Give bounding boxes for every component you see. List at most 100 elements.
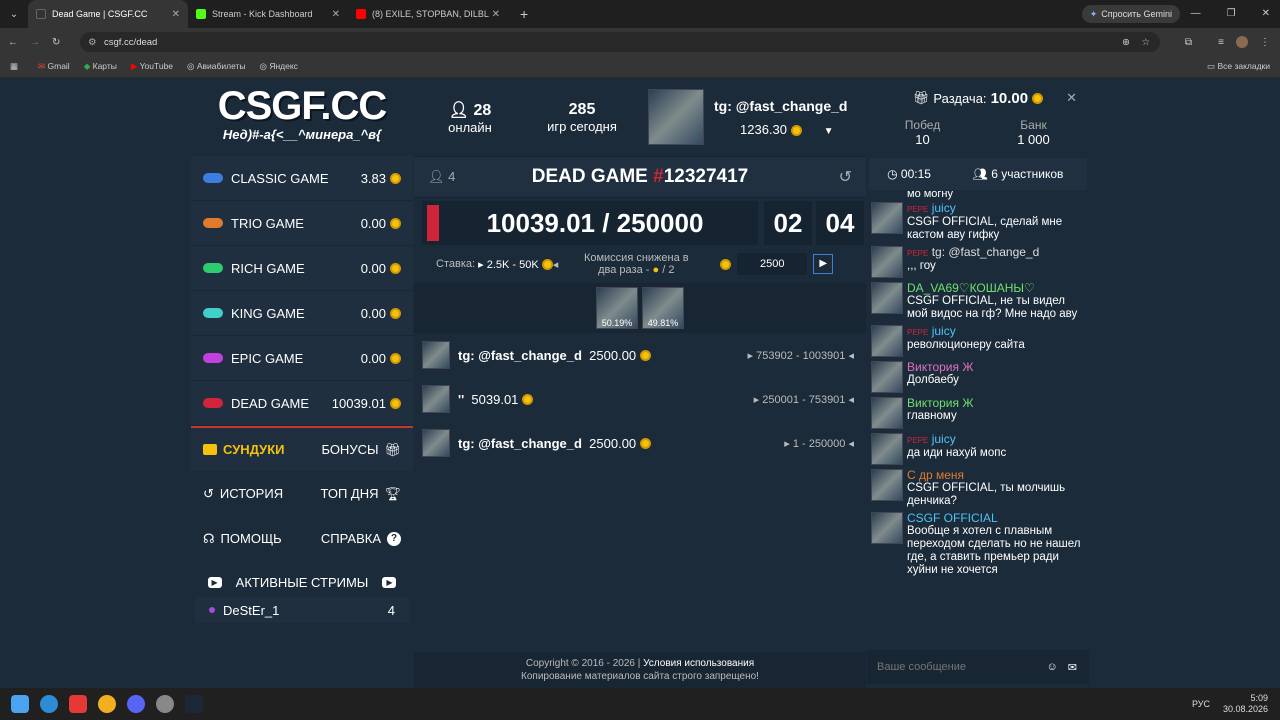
site-info-icon[interactable]: ⚙ [88,37,97,48]
headset-icon: ☊ [203,530,215,546]
game-value: 3.83 [360,170,386,186]
chat-username[interactable]: С др меня [907,468,964,482]
minimize-icon[interactable]: — [1191,8,1201,19]
player-chance[interactable]: 49.81% [642,287,684,329]
avatar[interactable] [871,282,903,314]
avatar[interactable] [871,202,903,234]
game-item[interactable]: RICH GAME 0.00 [191,246,413,291]
tab-search-icon[interactable]: ⌄ [0,9,28,20]
clock[interactable]: 5:09 30.08.2026 [1223,693,1268,715]
windows-start-icon[interactable] [11,695,29,713]
chests-link[interactable]: СУНДУКИ [203,442,284,457]
apps-grid-icon[interactable]: ▦ [10,61,18,72]
close-window-icon[interactable]: ✕ [1262,8,1270,19]
app-icon[interactable] [156,695,174,713]
language-indicator[interactable]: РУС [1192,699,1210,709]
close-tab-icon[interactable]: ✕ [332,9,340,20]
forward-icon[interactable]: → [30,37,40,48]
chat-username[interactable]: juicy [932,324,956,338]
close-tab-icon[interactable]: ✕ [172,9,180,20]
chrome-menu-icon[interactable]: ⋮ [1260,37,1270,48]
chat-username[interactable]: juicy [932,432,956,446]
tab-dead-game[interactable]: Dead Game | CSGF.CC ✕ [28,0,188,28]
bookmark-gmail[interactable]: ✉ Gmail [38,61,70,72]
game-item[interactable]: KING GAME 0.00 [191,291,413,336]
maximize-icon[interactable]: ❐ [1227,8,1236,19]
close-icon[interactable]: ✕ [1066,90,1077,106]
tab-kick[interactable]: Stream - Kick Dashboard ✕ [188,0,348,28]
avatar[interactable] [871,246,903,278]
chat-message: Виктория Ж Долбаебу [871,359,1085,395]
chrome-icon[interactable] [98,695,116,713]
history-link[interactable]: ↺ ИСТОРИЯ [203,486,283,502]
commission-note: Комиссия снижена в два раза - ● / 2 [576,252,696,276]
new-tab-button[interactable]: + [520,6,528,22]
wins-label: Побед [904,118,941,132]
send-icon[interactable]: ✉ [1068,661,1077,674]
chat-username[interactable]: tg: @fast_change_d [932,245,1040,259]
profile-avatar[interactable] [1236,36,1248,48]
extensions-icon[interactable]: ⧉ [1185,37,1192,48]
steam-icon[interactable] [185,695,203,713]
avatar[interactable] [871,433,903,465]
discord-icon[interactable] [127,695,145,713]
avatar[interactable] [422,341,450,369]
avatar[interactable] [871,397,903,429]
bookmark-youtube[interactable]: ▶ YouTube [131,61,173,72]
user-tag: PEPE [907,328,929,337]
all-bookmarks[interactable]: ▭ Все закладки [1207,61,1270,72]
bookmark-star-icon[interactable]: ☆ [1141,37,1150,48]
place-bet-button[interactable]: ▶ [813,254,834,274]
avatar[interactable] [871,325,903,357]
bookmark-yandex[interactable]: ◎ Яндекс [260,61,298,72]
chat-username[interactable]: Виктория Ж [907,396,973,410]
avatar[interactable] [871,361,903,393]
bet-amount: 5039.01 [471,391,519,407]
reload-icon[interactable]: ↻ [52,37,60,48]
emoji-icon[interactable]: ☺ [1047,661,1058,673]
chat-username[interactable]: DA_VA69♡КОШАНЫ♡ [907,281,1035,295]
bookmarks-bar: ▦ ✉ Gmail ◆ Карты ▶ YouTube ◎ Авиабилеты… [0,56,1280,78]
chat-messages[interactable]: мо могну PEPE juicy CSGF OFFICIAL, сделай… [867,190,1089,630]
terms-link[interactable]: Условия использования [643,658,754,669]
zoom-icon[interactable]: ⊕ [1122,37,1130,48]
chat-username[interactable]: Виктория Ж [907,360,973,374]
bookmark-maps[interactable]: ◆ Карты [84,61,117,72]
game-item[interactable]: CLASSIC GAME 3.83 [191,156,413,201]
tab-youtube[interactable]: (8) EXILE, STOPBAN, DILBL ✕ [348,0,508,28]
game-item[interactable]: DEAD GAME 10039.01 [191,381,413,426]
url-field[interactable]: ⚙ csgf.cc/dead ⊕ ☆ [80,32,1160,52]
avatar[interactable] [871,469,903,501]
gemini-button[interactable]: ✦ Спросить Gemini [1081,5,1180,23]
telegram-icon[interactable] [40,695,58,713]
chat-input[interactable] [877,661,1037,673]
top-link[interactable]: ТОП ДНЯ 🏆︎ [320,486,401,502]
close-tab-icon[interactable]: ✕ [492,9,500,20]
copy-notice: Копирование материалов сайта строго запр… [521,671,759,682]
site-logo[interactable]: CSGF.CC Нед)#-а{<__^минера_^в{ [191,78,413,156]
info-link[interactable]: СПРАВКА? [321,531,401,546]
chat-username[interactable]: juicy [932,201,956,215]
dropdown-icon[interactable]: ▼ [824,126,834,137]
bonuses-link[interactable]: БОНУСЫ 🎁︎ [321,442,401,458]
back-icon[interactable]: ← [8,37,18,48]
player-chance[interactable]: 50.19% [596,287,638,329]
avatar[interactable] [871,512,903,544]
bookmark-flights[interactable]: ◎ Авиабилеты [187,61,245,72]
user-profile[interactable]: tg: @fast_change_d 1236.30 ▼ [648,89,847,145]
avatar[interactable] [422,385,450,413]
streamer-item[interactable]: DeStEr_1 4 [195,597,409,623]
chat-username[interactable]: CSGF OFFICIAL [907,511,998,525]
avatar[interactable] [422,429,450,457]
history-icon: ↺ [203,485,214,501]
media-icon[interactable] [69,695,87,713]
history-icon[interactable]: ↺ [839,167,852,187]
game-item[interactable]: EPIC GAME 0.00 [191,336,413,381]
game-item[interactable]: TRIO GAME 0.00 [191,201,413,246]
help-link[interactable]: ☊ ПОМОЩЬ [203,531,282,547]
avatar[interactable] [648,89,704,145]
chat-message: PEPE juicy CSGF OFFICIAL, сделай мне каст… [871,200,1085,244]
chests-label: СУНДУКИ [223,442,285,457]
tab-groups-icon[interactable]: ≡ [1218,37,1224,48]
bet-amount-input[interactable] [737,253,808,275]
